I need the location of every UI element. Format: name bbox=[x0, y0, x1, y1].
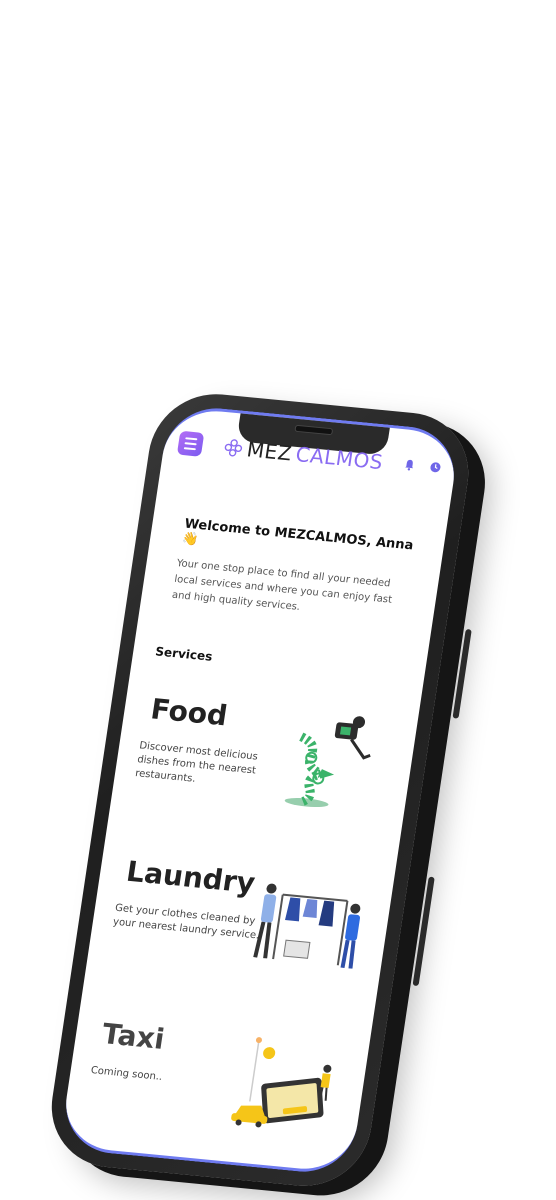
laundry-illustration bbox=[253, 883, 361, 969]
speaker bbox=[294, 424, 334, 436]
service-card-food[interactable]: Food Discover most delicious dishes from… bbox=[126, 672, 403, 845]
main-content: Welcome to MEZCALMOS, Anna 👋 Your one st… bbox=[78, 478, 433, 1170]
taxi-illustration bbox=[231, 1037, 332, 1128]
service-description: Coming soon.. bbox=[90, 1065, 163, 1083]
brand-name-part1: MEZ bbox=[245, 437, 294, 466]
brand-name-part2: CALMOS bbox=[294, 442, 385, 475]
menu-button[interactable] bbox=[176, 430, 205, 457]
service-title: Laundry bbox=[124, 854, 258, 900]
welcome-tagline: Your one stop place to find all your nee… bbox=[171, 558, 393, 613]
phone-frame: MEZ CALMOS Welcome to MEZCALMOS, Anna 👋 Y… bbox=[43, 388, 477, 1192]
clock-icon[interactable] bbox=[429, 461, 443, 474]
phone-screen: MEZ CALMOS Welcome to MEZCALMOS, Anna 👋 Y… bbox=[59, 403, 461, 1177]
menu-icon bbox=[185, 437, 198, 441]
service-description: Discover most delicious dishes from the … bbox=[134, 740, 259, 785]
service-title: Food bbox=[148, 692, 230, 733]
service-description: Get your clothes cleaned by your nearest… bbox=[112, 902, 260, 942]
service-title: Taxi bbox=[99, 1017, 167, 1056]
bell-icon[interactable] bbox=[403, 458, 417, 471]
menu-icon bbox=[183, 447, 196, 451]
service-card-laundry[interactable]: Laundry Get your clothes cleaned by your… bbox=[102, 834, 379, 1007]
side-button bbox=[412, 876, 435, 987]
brand-logo-icon bbox=[224, 439, 242, 457]
food-delivery-illustration bbox=[284, 716, 371, 808]
menu-icon bbox=[184, 442, 197, 446]
service-card-taxi[interactable]: Taxi Coming soon.. bbox=[78, 997, 355, 1170]
side-button bbox=[452, 628, 472, 719]
